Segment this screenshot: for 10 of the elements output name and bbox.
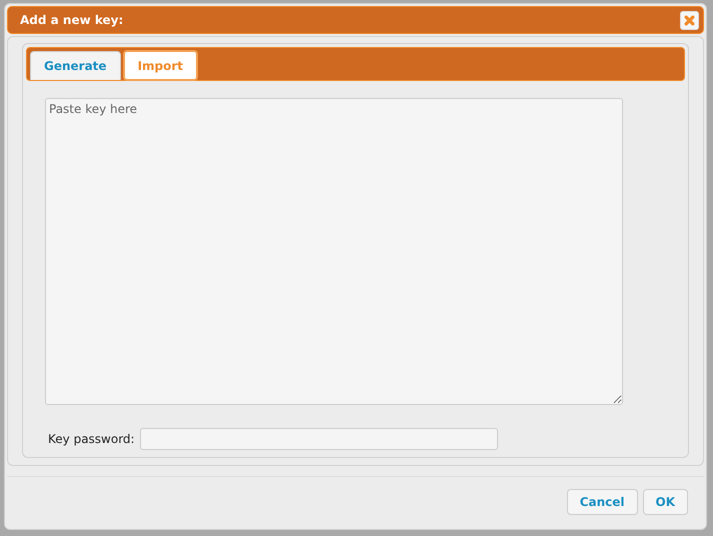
key-text-area[interactable]: Paste key here bbox=[45, 98, 623, 405]
tab[interactable]: Generate bbox=[30, 51, 121, 80]
close-icon bbox=[684, 14, 695, 26]
password-field[interactable] bbox=[140, 428, 498, 450]
dialog-button[interactable]: OK bbox=[642, 489, 688, 515]
field-label: Key password: bbox=[48, 432, 135, 446]
window-title: Add a new key: bbox=[20, 13, 124, 27]
tab[interactable]: Import bbox=[122, 50, 198, 81]
dialog-button[interactable]: Cancel bbox=[566, 489, 638, 515]
close-button[interactable] bbox=[680, 10, 699, 30]
